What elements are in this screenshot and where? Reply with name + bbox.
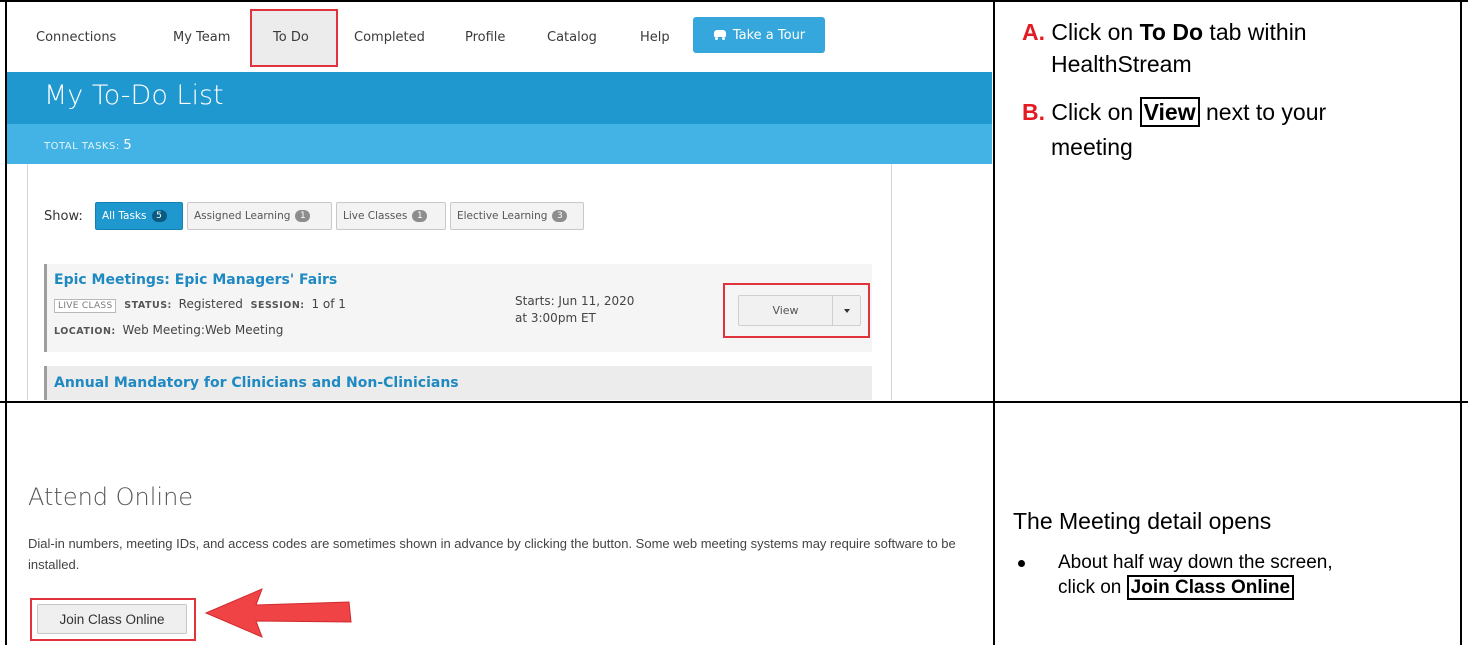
nav-help[interactable]: Help (640, 30, 670, 45)
join-class-online-button[interactable]: Join Class Online (37, 604, 187, 634)
bullet-icon (1018, 560, 1025, 567)
filter-all-tasks-label: All Tasks (102, 210, 147, 222)
nav-to-do[interactable]: To Do (273, 30, 309, 45)
filter-elective-learning-count: 3 (552, 210, 568, 222)
show-filter-label: Show: (44, 209, 83, 224)
task-meta: LIVE CLASS STATUS: Registered SESSION: 1… (54, 297, 346, 313)
instruction-a: A. Click on To Do tab within (1022, 19, 1307, 46)
filter-elective-learning-label: Elective Learning (457, 210, 548, 222)
instruction-a-line2: HealthStream (1051, 51, 1192, 77)
instruction-b-pre: Click on (1051, 99, 1140, 125)
filter-all-tasks[interactable]: All Tasks 5 (95, 202, 183, 230)
attend-online-title: Attend Online (28, 483, 194, 511)
filter-live-classes-count: 1 (412, 210, 428, 222)
caret-down-icon (843, 308, 850, 313)
instruction-b-letter: B. (1022, 99, 1045, 125)
start-time: at 3:00pm ET (515, 311, 596, 325)
nav-completed[interactable]: Completed (354, 30, 425, 45)
nav-my-team[interactable]: My Team (173, 30, 230, 45)
filter-elective-learning[interactable]: Elective Learning 3 (450, 202, 584, 230)
session-label: SESSION: (250, 300, 305, 311)
instruction-a-pre: Click on (1051, 19, 1140, 45)
filter-assigned-learning-label: Assigned Learning (194, 210, 291, 222)
status-value: Registered (178, 297, 243, 311)
instruction-bullet-boxed: Join Class Online (1126, 575, 1295, 600)
nav-profile[interactable]: Profile (465, 30, 505, 45)
total-tasks-label: TOTAL TASKS: (44, 141, 120, 152)
task-location: LOCATION: Web Meeting:Web Meeting (54, 323, 283, 337)
filter-all-tasks-count: 5 (151, 210, 167, 222)
view-button[interactable]: View (738, 295, 833, 326)
meeting-detail-heading: The Meeting detail opens (1013, 508, 1272, 534)
car-icon (713, 30, 727, 40)
instruction-b-post: next to your (1199, 99, 1327, 125)
page-title: My To-Do List (44, 80, 224, 111)
filter-live-classes[interactable]: Live Classes 1 (336, 202, 446, 230)
total-tasks: TOTAL TASKS: 5 (44, 138, 132, 153)
filter-assigned-learning[interactable]: Assigned Learning 1 (187, 202, 332, 230)
left-arrow-icon (204, 588, 352, 638)
session-value: 1 of 1 (311, 297, 346, 311)
location-label: LOCATION: (54, 326, 116, 337)
instruction-b-boxed: View (1139, 97, 1200, 127)
attend-online-description: Dial-in numbers, meeting IDs, and access… (28, 536, 956, 572)
total-tasks-bar (7, 124, 992, 164)
take-a-tour-button[interactable]: Take a Tour (693, 17, 825, 53)
total-tasks-value: 5 (123, 138, 133, 153)
view-dropdown-button[interactable] (832, 295, 861, 326)
nav-catalog[interactable]: Catalog (547, 30, 597, 45)
nav-connections[interactable]: Connections (36, 30, 116, 45)
task-title-link[interactable]: Epic Meetings: Epic Managers' Fairs (54, 272, 337, 288)
instruction-a-letter: A. (1022, 19, 1045, 45)
filter-assigned-learning-count: 1 (295, 210, 311, 222)
instruction-b: B. Click on View next to your (1022, 97, 1327, 127)
instruction-bullet-line2: click on Join Class Online (1058, 575, 1295, 600)
instruction-b-line2: meeting (1051, 134, 1133, 160)
table-border-middle (0, 401, 1468, 403)
take-a-tour-label: Take a Tour (732, 27, 806, 43)
live-class-tag: LIVE CLASS (54, 299, 117, 313)
task-start-time: Starts: Jun 11, 2020 at 3:00pm ET (515, 293, 634, 327)
instruction-a-bold: To Do (1139, 19, 1204, 45)
start-date: Starts: Jun 11, 2020 (515, 294, 635, 308)
instruction-bullet-pre: click on (1058, 577, 1127, 598)
status-label: STATUS: (124, 300, 172, 311)
instruction-a-post: tab within (1203, 19, 1307, 45)
table-border-divider (993, 0, 995, 645)
task-title-link-second[interactable]: Annual Mandatory for Clinicians and Non-… (54, 375, 459, 391)
instruction-bullet-line1: About half way down the screen, (1058, 552, 1333, 573)
filter-live-classes-label: Live Classes (343, 210, 408, 222)
location-value: Web Meeting:Web Meeting (122, 323, 284, 337)
table-border-right (1460, 0, 1462, 645)
todo-list-screenshot: Connections My Team To Do Completed Prof… (7, 2, 992, 400)
